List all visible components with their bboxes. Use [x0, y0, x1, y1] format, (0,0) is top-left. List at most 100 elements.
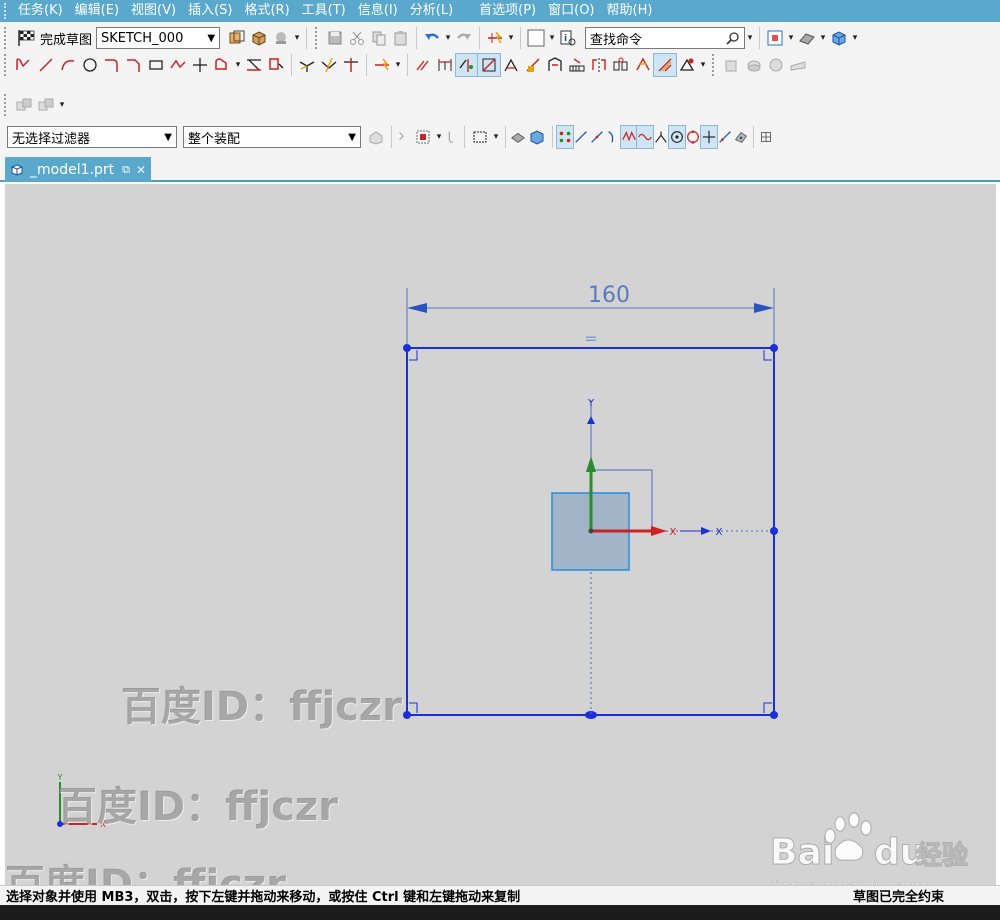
snap-on-curve-icon[interactable] — [717, 126, 733, 148]
snap-end-icon[interactable] — [573, 126, 589, 148]
dropdown-arrow-icon[interactable]: ▾ — [850, 33, 860, 43]
grid-icon[interactable] — [758, 126, 774, 148]
cut-icon[interactable] — [346, 27, 368, 49]
lasso-icon[interactable] — [396, 126, 412, 148]
toolbar-grip[interactable] — [315, 27, 321, 49]
save-icon[interactable] — [324, 27, 346, 49]
menu-task[interactable]: 任务(K) — [12, 0, 69, 22]
dropdown-arrow-icon[interactable]: ▾ — [745, 33, 755, 43]
toolbar-grip[interactable] — [712, 54, 718, 76]
mirror-curve-icon[interactable] — [588, 54, 610, 76]
menu-window[interactable]: 窗口(O) — [542, 0, 600, 22]
selection-filter-select[interactable]: 无选择过滤器 ▼ — [7, 126, 177, 148]
dropdown-arrow-icon[interactable]: ▾ — [786, 33, 796, 43]
extend-recipe-icon[interactable] — [340, 54, 362, 76]
hook-icon[interactable] — [444, 126, 460, 148]
assembly-scope-select[interactable]: 整个装配 ▼ — [183, 126, 361, 148]
dropdown-arrow-icon[interactable]: ▾ — [292, 33, 302, 43]
shaded-view-icon[interactable] — [828, 27, 850, 49]
undo-icon[interactable] — [421, 27, 443, 49]
animate-dimension-icon[interactable] — [566, 54, 588, 76]
snap-spline-icon[interactable] — [620, 125, 638, 149]
search-icon[interactable] — [726, 31, 740, 45]
fit-view-icon[interactable] — [764, 27, 786, 49]
menu-tools[interactable]: 工具(T) — [296, 0, 352, 22]
menu-grip[interactable] — [4, 3, 12, 19]
dropdown-arrow-icon[interactable]: ▾ — [443, 33, 453, 43]
chamfer-icon[interactable] — [123, 54, 145, 76]
alternate-solution-icon[interactable] — [544, 54, 566, 76]
orient-view-icon[interactable] — [226, 27, 248, 49]
circle-icon[interactable] — [79, 54, 101, 76]
parallel-constraint-icon[interactable] — [412, 54, 434, 76]
rectangle-icon[interactable] — [145, 54, 167, 76]
reattach-icon[interactable] — [248, 27, 270, 49]
select-region-icon[interactable] — [412, 126, 434, 148]
rectangle-select-icon[interactable] — [469, 126, 491, 148]
show-constraints-icon[interactable] — [500, 54, 522, 76]
snap-curve-icon[interactable] — [605, 126, 621, 148]
menu-info[interactable]: 信息(I) — [352, 0, 404, 22]
menu-help[interactable]: 帮助(H) — [601, 0, 659, 22]
command-finder-icon[interactable]: i — [557, 27, 579, 49]
menu-format[interactable]: 格式(R) — [238, 0, 295, 22]
dropdown-arrow-icon[interactable]: ▾ — [434, 132, 444, 142]
body-select-icon[interactable] — [526, 126, 548, 148]
feature-icon-3[interactable] — [765, 54, 787, 76]
dropdown-arrow-icon[interactable]: ▾ — [393, 60, 403, 70]
convert-reference-icon[interactable] — [522, 54, 544, 76]
tab-model1-prt[interactable]: _model1.prt ⧉ ✕ — [5, 157, 151, 182]
dropdown-arrow-icon[interactable]: ▾ — [506, 33, 516, 43]
snap-center-icon[interactable] — [668, 125, 686, 149]
dropdown-arrow-icon[interactable]: ▾ — [547, 33, 557, 43]
dropdown-arrow-icon[interactable]: ▾ — [57, 100, 67, 110]
feature-icon-2[interactable] — [743, 54, 765, 76]
command-search-input[interactable]: 查找命令 — [585, 27, 746, 49]
inferred-constraints-icon[interactable] — [371, 54, 393, 76]
feature-icon-1[interactable] — [721, 54, 743, 76]
menu-preferences[interactable]: 首选项(P) — [473, 0, 542, 22]
face-select-icon[interactable] — [510, 126, 526, 148]
quick-extend-icon[interactable] — [265, 54, 287, 76]
toolbar-grip[interactable] — [4, 27, 10, 49]
make-symmetric-icon[interactable] — [632, 54, 654, 76]
assembly-icon-2[interactable] — [35, 94, 57, 116]
pattern-curve-icon[interactable] — [610, 54, 632, 76]
sketch-style-icon[interactable] — [676, 54, 698, 76]
snap-all-icon[interactable] — [556, 125, 574, 149]
fillet-icon[interactable] — [101, 54, 123, 76]
dimension-icon[interactable] — [434, 54, 456, 76]
snap-quadrant-icon[interactable] — [685, 126, 701, 148]
select-all-icon[interactable] — [365, 126, 387, 148]
dropdown-arrow-icon[interactable]: ▾ — [233, 60, 243, 70]
profile-icon[interactable] — [13, 54, 35, 76]
line-icon[interactable] — [35, 54, 57, 76]
continuous-auto-dimension-icon[interactable] — [653, 53, 677, 77]
snap-point-icon[interactable] — [700, 125, 718, 149]
snap-mid-icon[interactable] — [589, 126, 605, 148]
dropdown-arrow-icon[interactable]: ▾ — [818, 33, 828, 43]
constraint-toggle-icon[interactable] — [477, 53, 501, 77]
auto-dimension-icon[interactable] — [455, 53, 479, 77]
close-icon[interactable]: ✕ — [136, 163, 146, 177]
trim-recipe-icon[interactable] — [318, 54, 340, 76]
copy-icon[interactable] — [368, 27, 390, 49]
menu-view[interactable]: 视图(V) — [125, 0, 182, 22]
polyline-icon[interactable] — [167, 54, 189, 76]
color-swatch-icon[interactable] — [525, 27, 547, 49]
quick-trim-icon[interactable] — [243, 54, 265, 76]
finish-sketch-button[interactable]: 完成草图 — [13, 26, 96, 50]
inference-options-icon[interactable] — [484, 27, 506, 49]
toolbar-grip[interactable] — [4, 94, 10, 116]
snap-intersection-icon[interactable] — [653, 126, 669, 148]
menu-insert[interactable]: 插入(S) — [182, 0, 238, 22]
horizontal-dimension[interactable]: 160 = — [406, 283, 775, 348]
assembly-icon-1[interactable] — [13, 94, 35, 116]
tab-pin-icon[interactable]: ⧉ — [122, 163, 130, 177]
graphics-viewport[interactable]: 160 = Y X X Y X 百度ID：ffjczr 百度ID：ffjczr … — [5, 184, 996, 885]
sketch-name-select[interactable]: SKETCH_000 ▼ — [96, 27, 221, 49]
toolbar-grip[interactable] — [4, 54, 10, 76]
feature-icon-4[interactable] — [787, 54, 809, 76]
render-style-icon[interactable] — [796, 27, 818, 49]
menu-analysis[interactable]: 分析(L) — [404, 0, 459, 22]
